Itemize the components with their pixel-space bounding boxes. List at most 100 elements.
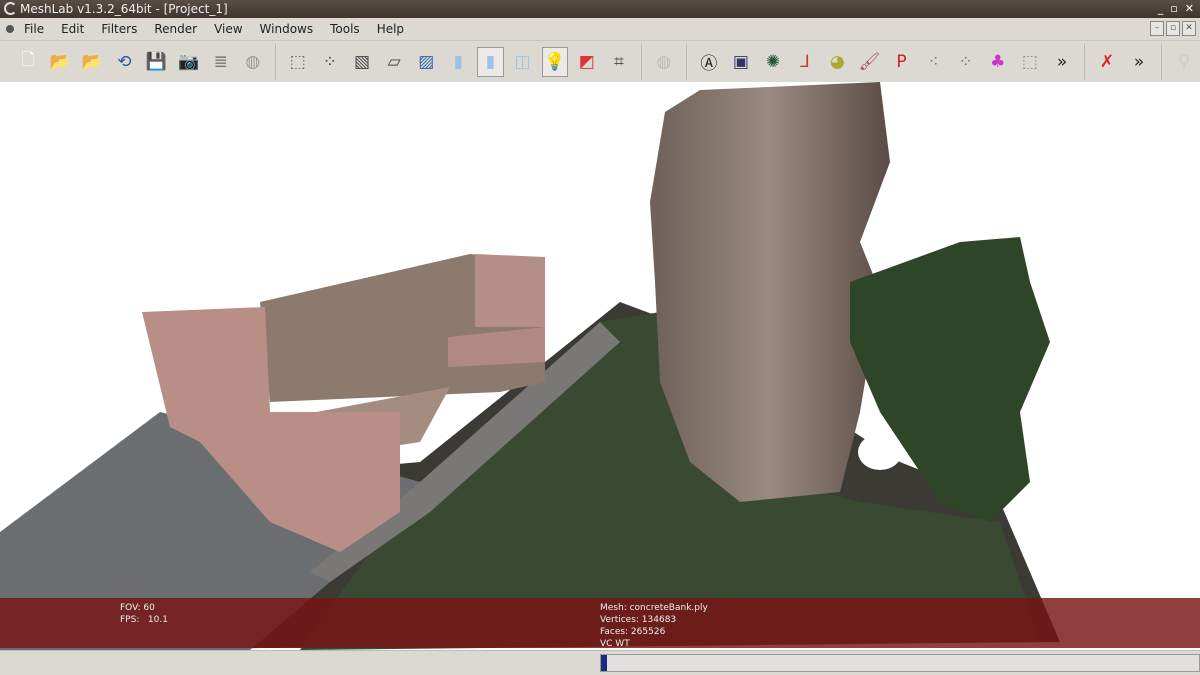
menu-tools[interactable]: Tools: [330, 22, 360, 36]
more-button[interactable]: »: [1126, 47, 1152, 77]
wireframe-icon: ▧: [353, 51, 371, 72]
title-bar: MeshLab v1.3.2_64bit - [Project_1] _ ▫ ✕: [0, 0, 1200, 18]
select-vertices-button[interactable]: ⁖: [921, 47, 947, 77]
brush-icon: 🖌: [858, 51, 881, 72]
menu-edit[interactable]: Edit: [61, 22, 84, 36]
info-overlay: FOV: 60 FPS: 10.1 Mesh: concreteBank.ply…: [0, 598, 1200, 649]
color-paint-button[interactable]: ♣: [985, 47, 1011, 77]
import-mesh-button[interactable]: 📂: [79, 47, 105, 77]
delete-button[interactable]: ✗: [1094, 47, 1120, 77]
search-button[interactable]: ⚲: [1171, 47, 1197, 77]
reload-icon: ⟲: [117, 51, 132, 72]
select-faces-icon: ⬚: [1021, 51, 1038, 72]
measure-button[interactable]: ◕: [824, 47, 850, 77]
menu-filters[interactable]: Filters: [101, 22, 137, 36]
globe-icon: ◍: [245, 51, 261, 72]
mdi-restore-button[interactable]: ▫: [1166, 21, 1180, 36]
mdi-minimize-button[interactable]: –: [1150, 21, 1164, 36]
mesh-attributes: VC WT: [600, 639, 630, 649]
select-connected-button[interactable]: ⁘: [953, 47, 979, 77]
progress-fill: [601, 655, 607, 671]
reload-button[interactable]: ⟲: [111, 47, 137, 77]
texture-icon: ◫: [514, 51, 531, 72]
light-button[interactable]: 💡: [541, 46, 568, 77]
toolbar-separator: [685, 43, 687, 80]
select-connected-icon: ⁘: [958, 51, 973, 72]
smooth-icon: ▮: [485, 51, 496, 72]
more-icon: »: [1133, 51, 1145, 72]
new-button[interactable]: 🗋: [15, 47, 41, 77]
toolbar-separator: [1161, 43, 1163, 80]
paint-mesh-button[interactable]: ✺: [760, 47, 786, 77]
menu-help[interactable]: Help: [377, 22, 404, 36]
select-faces-button[interactable]: ⬚: [1017, 47, 1043, 77]
axes-button[interactable]: ⅃: [792, 47, 818, 77]
double-side-button[interactable]: ◩: [574, 47, 600, 77]
trackball-button[interactable]: ◍: [651, 47, 677, 77]
annotation-icon: Ⓐ: [700, 54, 718, 74]
3d-viewport[interactable]: FOV: 60 FPS: 10.1 Mesh: concreteBank.ply…: [0, 82, 1200, 650]
face-count: Faces: 265526: [600, 627, 666, 637]
minimize-button[interactable]: _: [1158, 0, 1164, 18]
toolbar-separator: [274, 43, 276, 80]
shader-button[interactable]: ▣: [728, 47, 754, 77]
status-bar: [0, 650, 1200, 675]
smooth-button[interactable]: ▮: [477, 46, 504, 77]
menu-view[interactable]: View: [214, 22, 242, 36]
delete-icon: ✗: [1099, 51, 1115, 72]
app-menu-icon[interactable]: [6, 25, 14, 33]
brush-button[interactable]: 🖌: [856, 47, 882, 77]
layers-button[interactable]: ≣: [208, 47, 234, 77]
layers-icon: ≣: [213, 51, 228, 72]
snapshot-button[interactable]: 📷: [176, 47, 202, 77]
open-project-button[interactable]: 📂: [47, 47, 73, 77]
axes-icon: ⅃: [800, 51, 810, 72]
flat-lines-button[interactable]: ▨: [413, 47, 439, 77]
light-icon: 💡: [544, 51, 566, 72]
fov-label: FOV: 60: [120, 603, 155, 613]
globe-button[interactable]: ◍: [240, 47, 266, 77]
pp-button[interactable]: P: [888, 47, 914, 77]
search-icon: ⚲: [1177, 51, 1191, 72]
texture-button[interactable]: ◫: [510, 47, 536, 77]
mdi-close-button[interactable]: ✕: [1182, 21, 1196, 36]
window-title: MeshLab v1.3.2_64bit - [Project_1]: [20, 2, 228, 16]
progress-bar: [600, 654, 1200, 672]
flat-button[interactable]: ▮: [445, 47, 471, 77]
vertex-count: Vertices: 134683: [600, 615, 677, 625]
toolbar-separator: [640, 43, 642, 80]
wireframe-button[interactable]: ▧: [349, 47, 375, 77]
open-project-icon: 📂: [49, 51, 71, 72]
import-mesh-icon: 📂: [81, 51, 103, 72]
annotation-button[interactable]: Ⓐ: [696, 47, 722, 77]
pp-icon: P: [896, 51, 907, 72]
toolbar-separator: [1084, 43, 1085, 80]
save-button[interactable]: 💾: [143, 47, 169, 77]
menu-windows[interactable]: Windows: [260, 22, 314, 36]
save-icon: 💾: [145, 51, 168, 72]
snapshot-icon: 📷: [178, 51, 200, 72]
new-icon: 🗋: [21, 50, 35, 70]
normals-button[interactable]: ⌗: [606, 47, 632, 77]
toolbar: 🗋 📂 📂 ⟲ 💾 📷 ≣ ◍ ⬚ ⁘ ▧ ▱ ▨ ▮ ▮ ◫ 💡 ◩ ⌗ ◍ Ⓐ ▣ ✺ ⅃ ◕ 🖌 P ⁖ ⁘ ♣ ⬚ » ✗ » ⚲: [0, 40, 1200, 82]
meshlab-logo-icon: [4, 2, 17, 15]
mesh-render: [0, 82, 1060, 650]
double-side-icon: ◩: [578, 51, 595, 72]
hidden-lines-button[interactable]: ▱: [381, 47, 407, 77]
more-icon: »: [1056, 51, 1068, 72]
menu-file[interactable]: File: [24, 22, 44, 36]
color-paint-icon: ♣: [990, 51, 1006, 72]
points-button[interactable]: ⁘: [317, 47, 343, 77]
measure-icon: ◕: [829, 51, 845, 72]
menu-render[interactable]: Render: [154, 22, 197, 36]
select-vertices-icon: ⁖: [928, 51, 939, 72]
maximize-button[interactable]: ▫: [1170, 0, 1177, 18]
more-button[interactable]: »: [1049, 47, 1075, 77]
shader-icon: ▣: [732, 51, 749, 72]
normals-icon: ⌗: [614, 51, 624, 72]
mesh-name: Mesh: concreteBank.ply: [600, 603, 708, 613]
close-button[interactable]: ✕: [1185, 0, 1194, 18]
fps-label: FPS: 10.1: [120, 615, 168, 625]
bbox-button[interactable]: ⬚: [285, 47, 311, 77]
hidden-lines-icon: ▱: [387, 51, 401, 72]
